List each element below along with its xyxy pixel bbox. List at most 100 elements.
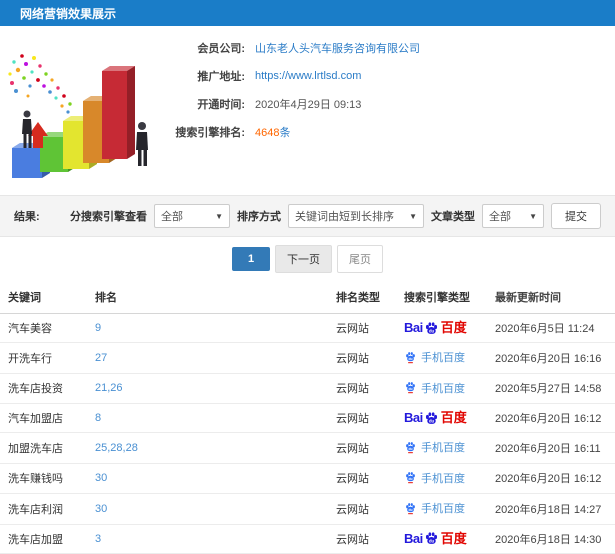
svg-text:du: du xyxy=(429,538,435,543)
svg-text:du: du xyxy=(429,328,435,333)
svg-text:du: du xyxy=(408,446,412,450)
rank-link[interactable]: 8 xyxy=(95,412,101,424)
engine-cell: Bai du 百度 xyxy=(396,403,491,433)
info-row-company: 会员公司: 山东老人头汽车服务咨询有限公司 xyxy=(148,34,420,62)
rank-link[interactable]: 30 xyxy=(95,472,107,484)
rank-type-cell: 云网站 xyxy=(336,403,396,433)
table-row: 汽车加盟店 8 云网站 Bai du 百度 2020年6月20日 16:12 xyxy=(0,403,615,433)
rank-count-label: 搜索引擎排名: xyxy=(175,127,245,139)
submit-button[interactable]: 提交 xyxy=(551,203,601,229)
header-rank-type: 排名类型 xyxy=(336,280,396,314)
table-row: 洗车店投资 21,26 云网站 du 手机百度 2020年5月27日 14:58 xyxy=(0,373,615,404)
bar-red xyxy=(102,66,135,159)
rank-cell: 30 xyxy=(88,493,336,525)
page-1-button[interactable]: 1 xyxy=(232,246,270,271)
page-title: 网络营销效果展示 xyxy=(20,6,117,21)
rank-cell: 25,28,28 xyxy=(88,432,336,464)
keyword-cell: 洗车赚钱吗 xyxy=(0,463,88,494)
open-time-value: 2020年4月29日 09:13 xyxy=(255,99,362,111)
update-time-cell: 2020年6月18日 14:30 xyxy=(491,524,615,554)
rank-cell: 8 xyxy=(88,403,336,433)
engine-cell: Bai du 百度 xyxy=(396,524,491,554)
header-update-time: 最新更新时间 xyxy=(491,280,615,314)
header-rank: 排名 xyxy=(88,280,336,314)
promo-url-link[interactable]: https://www.lrtlsd.com xyxy=(255,70,361,82)
filter-controls: 分搜索引擎查看 全部 ▼ 排序方式 关键词由短到长排序 ▼ 文章类型 全部 ▼ … xyxy=(70,203,601,229)
result-label: 结果: xyxy=(14,211,40,223)
baidu-mobile-logo: du 手机百度 xyxy=(404,380,465,396)
update-time-cell: 2020年6月20日 16:12 xyxy=(491,463,615,494)
keyword-cell: 加盟洗车店 xyxy=(0,432,88,464)
rank-cell: 30 xyxy=(88,463,336,494)
update-time-cell: 2020年6月20日 16:12 xyxy=(491,403,615,433)
engine-select[interactable]: 全部 ▼ xyxy=(154,204,230,228)
update-time-cell: 2020年5月27日 14:58 xyxy=(491,373,615,404)
rank-link[interactable]: 3 xyxy=(95,533,101,545)
company-link[interactable]: 山东老人头汽车服务咨询有限公司 xyxy=(255,40,420,56)
rank-count-value: 4648条 xyxy=(255,124,290,140)
last-page-button[interactable]: 尾页 xyxy=(337,244,383,273)
results-table: 关键词 排名 排名类型 搜索引擎类型 最新更新时间 汽车美容 9 云网站 Bai xyxy=(0,280,615,554)
article-type-label: 文章类型 xyxy=(431,211,475,223)
baidu-mobile-logo: du 手机百度 xyxy=(404,439,465,455)
baidu-pc-logo: Bai du 百度 xyxy=(404,530,467,546)
rank-link[interactable]: 9 xyxy=(95,322,101,334)
confetti-dots xyxy=(8,54,72,114)
chevron-down-icon: ▼ xyxy=(215,211,223,221)
rank-cell: 3 xyxy=(88,524,336,554)
rank-cell: 9 xyxy=(88,313,336,343)
member-info-panel: 会员公司: 山东老人头汽车服务咨询有限公司 推广地址: https://www.… xyxy=(148,34,420,146)
rank-count-unit: 条 xyxy=(279,127,291,139)
info-row-url: 推广地址: https://www.lrtlsd.com xyxy=(148,62,420,90)
svg-text:du: du xyxy=(408,507,412,511)
table-header-row: 关键词 排名 排名类型 搜索引擎类型 最新更新时间 xyxy=(0,280,615,314)
company-label: 会员公司: xyxy=(197,43,245,55)
rank-link[interactable]: 30 xyxy=(95,503,107,515)
article-type-select[interactable]: 全部 ▼ xyxy=(482,204,544,228)
keyword-cell: 洗车店投资 xyxy=(0,373,88,404)
next-page-button[interactable]: 下一页 xyxy=(275,244,332,273)
baidu-mobile-logo: du 手机百度 xyxy=(404,349,465,365)
mobile-baidu-label: 手机百度 xyxy=(421,442,465,454)
rank-link[interactable]: 21,26 xyxy=(95,382,123,394)
engine-cell: du 手机百度 xyxy=(396,373,491,404)
filter-bar: 结果: 分搜索引擎查看 全部 ▼ 排序方式 关键词由短到长排序 ▼ 文章类型 全… xyxy=(0,195,615,237)
keyword-cell: 洗车店加盟 xyxy=(0,524,88,554)
pagination: 1 下一页 尾页 xyxy=(0,237,615,280)
rank-type-cell: 云网站 xyxy=(336,313,396,343)
engine-cell: du 手机百度 xyxy=(396,493,491,525)
keyword-cell: 开洗车行 xyxy=(0,342,88,374)
rank-type-cell: 云网站 xyxy=(336,463,396,494)
sort-filter-label: 排序方式 xyxy=(237,211,281,223)
header-keyword: 关键词 xyxy=(0,280,88,314)
table-body: 汽车美容 9 云网站 Bai du 百度 2020年6月5日 11:24 开洗车… xyxy=(0,313,615,554)
rank-link[interactable]: 25,28,28 xyxy=(95,442,138,454)
engine-cell: du 手机百度 xyxy=(396,432,491,464)
rank-type-cell: 云网站 xyxy=(336,342,396,374)
keyword-cell: 汽车美容 xyxy=(0,313,88,343)
mobile-baidu-label: 手机百度 xyxy=(421,382,465,395)
svg-text:du: du xyxy=(429,418,435,423)
engine-cell: Bai du 百度 xyxy=(396,313,491,343)
rank-link[interactable]: 27 xyxy=(95,352,107,364)
chevron-down-icon: ▼ xyxy=(529,211,537,221)
table-row: 汽车美容 9 云网站 Bai du 百度 2020年6月5日 11:24 xyxy=(0,313,615,343)
sort-select-value: 关键词由短到长排序 xyxy=(295,211,394,223)
mobile-baidu-label: 手机百度 xyxy=(421,472,465,485)
info-row-rank-count: 搜索引擎排名: 4648条 xyxy=(148,118,420,146)
keyword-cell: 汽车加盟店 xyxy=(0,403,88,433)
sort-select[interactable]: 关键词由短到长排序 ▼ xyxy=(288,204,424,228)
baidu-paw-icon: du xyxy=(406,472,415,484)
rank-type-cell: 云网站 xyxy=(336,493,396,525)
engine-filter-label: 分搜索引擎查看 xyxy=(70,211,147,223)
svg-text:du: du xyxy=(408,387,412,391)
baidu-paw-icon: du xyxy=(406,502,415,514)
header-engine-type: 搜索引擎类型 xyxy=(396,280,491,314)
baidu-paw-icon: du xyxy=(406,351,415,363)
rank-type-cell: 云网站 xyxy=(336,524,396,554)
chevron-down-icon: ▼ xyxy=(409,211,417,221)
businessman-left xyxy=(22,110,32,148)
svg-text:du: du xyxy=(408,477,412,481)
table-row: 洗车赚钱吗 30 云网站 du 手机百度 2020年6月20日 16:12 xyxy=(0,463,615,494)
keyword-cell: 洗车店利润 xyxy=(0,493,88,525)
